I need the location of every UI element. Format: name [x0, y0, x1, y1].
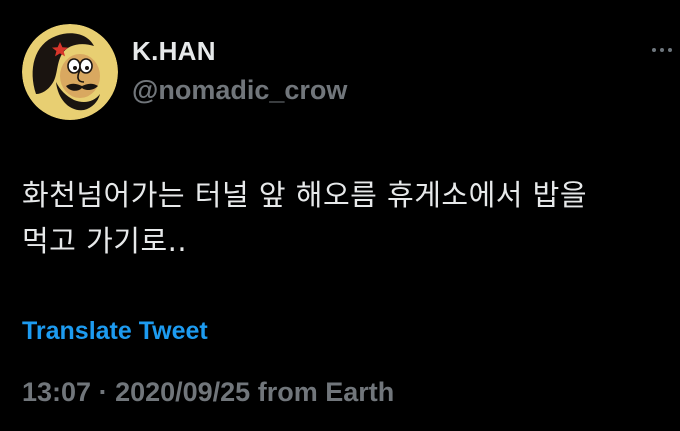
- tweet-text-line: 화천넘어가는 터널 앞 해오름 휴게소에서 밥을: [22, 178, 588, 212]
- avatar[interactable]: [22, 24, 118, 120]
- tweet-source: from Earth: [250, 377, 395, 407]
- meta-separator: ·: [91, 377, 116, 407]
- tweet-card: K.HAN @nomadic_crow 화천넘어가는 터널 앞 해오름 휴게소에…: [0, 0, 680, 431]
- tweet-text: 화천넘어가는 터널 앞 해오름 휴게소에서 밥을 먹고 가기로..: [22, 172, 662, 264]
- tweet-time[interactable]: 13:07: [22, 377, 91, 407]
- dot: [668, 48, 672, 52]
- translate-tweet-link[interactable]: Translate Tweet: [22, 316, 208, 346]
- dot: [660, 48, 664, 52]
- tweet-metadata: 13:07 · 2020/09/25 from Earth: [22, 376, 394, 408]
- dot: [652, 48, 656, 52]
- user-handle[interactable]: @nomadic_crow: [132, 74, 347, 106]
- more-options-icon[interactable]: [648, 42, 676, 58]
- display-name[interactable]: K.HAN: [132, 36, 216, 66]
- cartoon-avatar-icon: [22, 24, 118, 120]
- tweet-text-line: 먹고 가기로..: [22, 224, 188, 258]
- tweet-date[interactable]: 2020/09/25: [115, 377, 250, 407]
